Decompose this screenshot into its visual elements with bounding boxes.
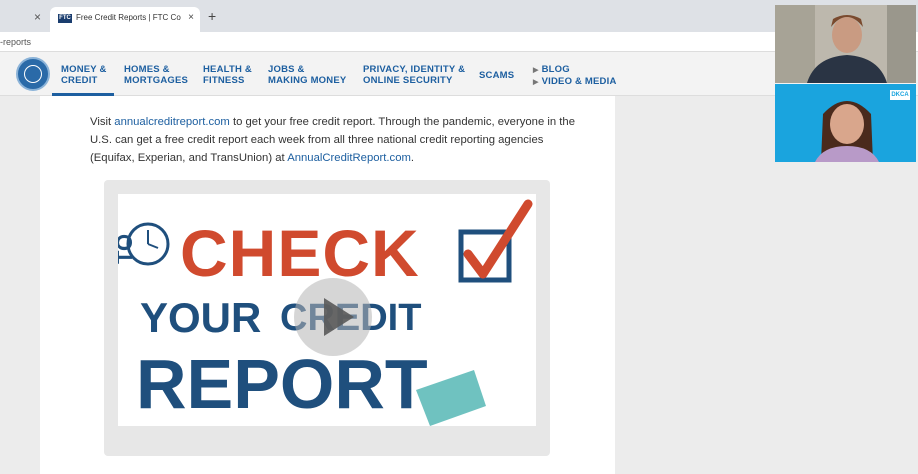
nav-label: MONEY & <box>61 64 107 75</box>
participant-video-1 <box>775 5 916 83</box>
org-logo: DKCA <box>890 90 910 100</box>
nav-label: ONLINE SECURITY <box>363 75 453 86</box>
nav-privacy-identity[interactable]: PRIVACY, IDENTITY & ONLINE SECURITY <box>363 64 465 86</box>
annualcreditreport-link[interactable]: annualcreditreport.com <box>114 116 230 128</box>
nav-label: SCAMS <box>479 70 515 81</box>
ftc-seal-logo[interactable] <box>16 57 50 91</box>
nav-label: JOBS & <box>268 64 305 75</box>
article-paragraph: Visit annualcreditreport.com to get your… <box>90 116 576 164</box>
new-tab-button[interactable]: + <box>208 8 216 24</box>
word-to: TO <box>118 234 137 264</box>
nav-health-fitness[interactable]: HEALTH & FITNESS <box>203 64 252 86</box>
video-thumbnail: TO CHECK YOUR CREDIT REPORT <box>112 194 536 426</box>
caret-right-icon: ▶ <box>533 79 539 86</box>
video-player[interactable]: TO CHECK YOUR CREDIT REPORT <box>104 180 550 456</box>
play-icon <box>324 298 354 336</box>
nav-blog[interactable]: ▶ BLOG <box>533 64 617 76</box>
webcam-participant-2: DKCA <box>775 84 916 162</box>
ftc-favicon-icon: FTC <box>58 14 72 23</box>
webcam-participant-1 <box>775 5 916 83</box>
nav-label: HEALTH & <box>203 64 252 75</box>
play-button[interactable] <box>294 278 372 356</box>
word-your: YOUR <box>140 294 261 341</box>
url-text: -reports <box>0 37 32 47</box>
nav-video-media[interactable]: ▶ VIDEO & MEDIA <box>533 76 617 88</box>
caret-right-icon: ▶ <box>533 67 539 74</box>
close-icon[interactable]: × <box>34 10 41 24</box>
nav-blog-video: ▶ BLOG ▶ VIDEO & MEDIA <box>533 64 617 88</box>
nav-jobs-making-money[interactable]: JOBS & MAKING MONEY <box>268 64 346 86</box>
word-report: REPORT <box>136 345 428 423</box>
screen: × FTC Free Credit Reports | FTC Consu × … <box>0 0 918 474</box>
nav-scams[interactable]: SCAMS <box>479 70 514 81</box>
nav-label: FITNESS <box>203 75 245 86</box>
nav-homes-mortgages[interactable]: HOMES & MORTGAGES <box>124 64 188 86</box>
nav-label: HOMES & <box>124 64 170 75</box>
browser-tab-active[interactable]: FTC Free Credit Reports | FTC Consu × <box>50 7 200 32</box>
word-check: CHECK <box>180 216 420 290</box>
tab-title: Free Credit Reports | FTC Consu <box>76 13 181 22</box>
nav-label: MORTGAGES <box>124 75 189 86</box>
checkbox-icon <box>458 199 533 283</box>
nav-label: CREDIT <box>61 75 98 86</box>
nav-money-credit[interactable]: MONEY & CREDIT <box>61 64 107 86</box>
nav-label: MAKING MONEY <box>268 75 347 86</box>
close-tab-icon[interactable]: × <box>188 12 194 23</box>
nav-label: PRIVACY, IDENTITY & <box>363 64 466 75</box>
annualcreditreport-link-2[interactable]: AnnualCreditReport.com <box>287 152 411 164</box>
